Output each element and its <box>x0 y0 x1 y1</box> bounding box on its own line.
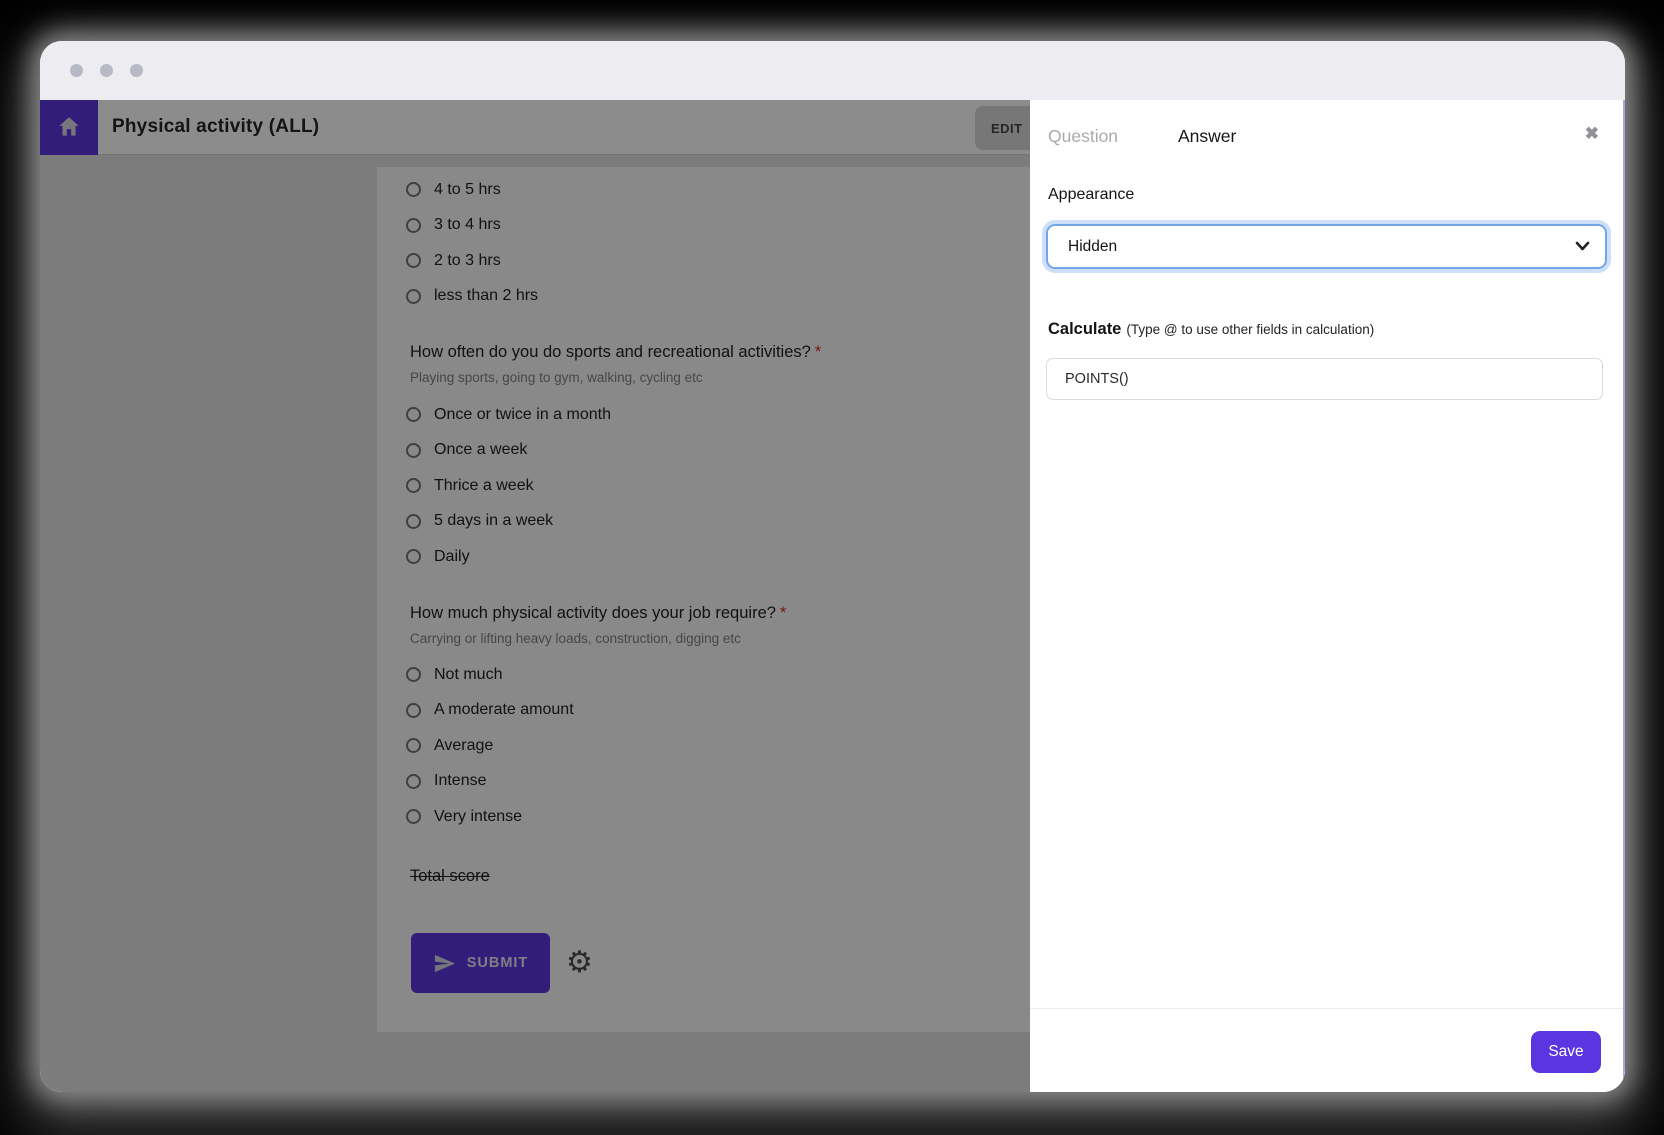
window-control-dot[interactable] <box>130 64 143 77</box>
close-icon[interactable]: ✖ <box>1585 124 1599 144</box>
app-viewport: Physical activity (ALL) EDIT 4 to 5 hrs3… <box>40 100 1625 1092</box>
calculate-label: Calculate(Type @ to use other fields in … <box>1048 320 1374 339</box>
question-settings-panel: Question Answer ✖ Appearance Hidden Calc… <box>1030 100 1625 1092</box>
appearance-selected-value: Hidden <box>1068 238 1117 256</box>
panel-footer: Save <box>1030 1008 1623 1092</box>
appearance-select[interactable]: Hidden <box>1046 224 1607 269</box>
calculate-hint: (Type @ to use other fields in calculati… <box>1126 322 1374 337</box>
window-control-dot[interactable] <box>70 64 83 77</box>
tab-question[interactable]: Question <box>1048 126 1118 147</box>
modal-dim-overlay <box>40 100 1030 1092</box>
calculate-input[interactable] <box>1046 358 1603 400</box>
window-title-bar <box>40 41 1625 100</box>
browser-window: Physical activity (ALL) EDIT 4 to 5 hrs3… <box>40 41 1625 1092</box>
tab-answer[interactable]: Answer <box>1178 126 1236 147</box>
appearance-label: Appearance <box>1048 186 1134 204</box>
form-preview-region: Physical activity (ALL) EDIT 4 to 5 hrs3… <box>40 100 1030 1092</box>
chevron-down-icon <box>1575 241 1590 251</box>
window-control-dot[interactable] <box>100 64 113 77</box>
save-button[interactable]: Save <box>1531 1031 1601 1073</box>
